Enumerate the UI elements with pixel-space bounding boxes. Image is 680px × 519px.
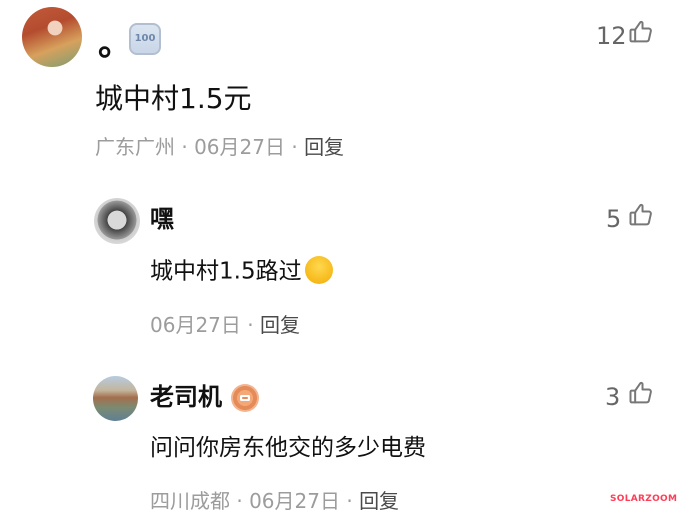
like-count: 3: [605, 383, 621, 411]
username[interactable]: 。: [98, 27, 132, 61]
username[interactable]: 嘿: [150, 207, 174, 231]
comment-meta: 广东广州 · 06月27日 · 回复: [95, 137, 344, 157]
meta-separator: ·: [291, 135, 305, 159]
like-count: 5: [606, 205, 622, 233]
comment-date: 06月27日: [194, 135, 285, 159]
comment-text-content: 城中村1.5路过: [150, 258, 302, 285]
avatar[interactable]: [22, 7, 82, 67]
thumbs-up-icon[interactable]: [627, 379, 655, 407]
comment-meta: 06月27日 · 回复: [150, 315, 300, 335]
comment-meta: 四川成都 · 06月27日 · 回复: [150, 491, 399, 511]
comment-date: 06月27日: [249, 489, 340, 513]
meta-separator: ·: [346, 489, 360, 513]
reply-button[interactable]: 回复: [359, 489, 399, 513]
avatar[interactable]: [94, 198, 140, 244]
comment-text: 问问你房东他交的多少电费: [150, 435, 426, 461]
comment-date: 06月27日: [150, 313, 241, 337]
smirk-emoji-icon: [304, 256, 333, 284]
level-badge: 100: [129, 23, 161, 55]
meta-separator: ·: [181, 135, 195, 159]
username[interactable]: 老司机: [150, 385, 222, 409]
meta-separator: ·: [247, 313, 260, 337]
thumbs-up-icon[interactable]: [627, 201, 655, 229]
badge-icon: [240, 395, 250, 401]
comment-text: 城中村1.5路过: [150, 256, 333, 286]
thumbs-up-icon[interactable]: [627, 18, 655, 46]
reply-button[interactable]: 回复: [304, 135, 344, 159]
comment-location: 广东广州: [95, 135, 175, 159]
level-badge: [231, 384, 259, 412]
reply-button[interactable]: 回复: [260, 313, 300, 337]
watermark: SOLARZOOM: [610, 494, 678, 504]
comment-text: 城中村1.5元: [95, 82, 252, 115]
avatar[interactable]: [93, 376, 138, 421]
like-count: 12: [596, 22, 627, 50]
meta-separator: ·: [236, 489, 250, 513]
comment-location: 四川成都: [150, 489, 230, 513]
